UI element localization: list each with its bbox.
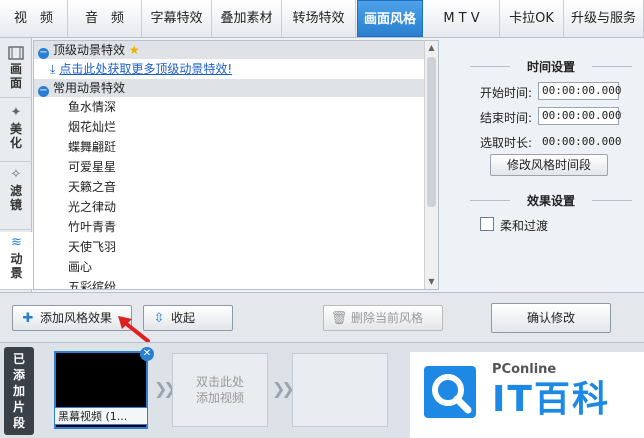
video-clip-name: 黑幕视频 (1... bbox=[54, 407, 148, 425]
film-icon bbox=[8, 46, 24, 60]
scroll-thumb[interactable] bbox=[427, 57, 436, 207]
side-tab-bar: 画面 ✦ 美化 ✧ 滤镜 ≋ 动景 bbox=[0, 38, 33, 292]
tab-picture-style[interactable]: 画面风格 bbox=[357, 0, 423, 37]
list-item[interactable]: 可爱星星 bbox=[34, 157, 438, 177]
tab-mtv[interactable]: M T V bbox=[424, 0, 500, 37]
group-header-common-effects[interactable]: − 常用动景特效 bbox=[34, 79, 438, 97]
modify-style-time-button[interactable]: 修改风格时间段 bbox=[490, 154, 608, 176]
start-time-label: 开始时间: bbox=[480, 86, 533, 100]
list-item[interactable]: 烟花灿烂 bbox=[34, 117, 438, 137]
tab-audio[interactable]: 音 频 bbox=[68, 0, 142, 37]
empty-video-slot[interactable] bbox=[292, 353, 388, 427]
tab-transition-effects[interactable]: 转场特效 bbox=[282, 0, 356, 37]
get-more-effects-link[interactable]: 点击此处获取更多顶级动景特效! bbox=[59, 62, 232, 76]
watermark-brand: PConline bbox=[492, 362, 557, 377]
magic-wand-icon: ✦ bbox=[10, 105, 22, 120]
annotation-arrow bbox=[118, 316, 150, 343]
side-tab-label: 画面 bbox=[9, 62, 22, 90]
delete-current-style-button[interactable]: 🗑 删除当前风格 bbox=[323, 305, 443, 331]
added-clips-label: 已添加片段 bbox=[4, 347, 34, 435]
side-tab-label: 美化 bbox=[9, 122, 22, 150]
effect-settings-title: 效果设置 bbox=[458, 192, 644, 209]
tab-subtitle-effects[interactable]: 字幕特效 bbox=[142, 0, 212, 37]
collapse-button[interactable]: ⇳ 收起 bbox=[143, 305, 233, 331]
selected-duration-value: 00:00:00.000 bbox=[542, 135, 622, 148]
side-tab-label: 动景 bbox=[10, 252, 23, 280]
start-time-input[interactable]: 00:00:00.000 bbox=[538, 82, 621, 100]
scroll-down-icon[interactable]: ▼ bbox=[425, 275, 438, 289]
watermark-name: IT百科 bbox=[492, 379, 610, 420]
selected-duration-label: 选取时长: bbox=[480, 136, 533, 150]
side-tab-picture[interactable]: 画面 bbox=[0, 42, 32, 98]
filter-wand-icon: ✧ bbox=[10, 167, 22, 182]
time-settings-title: 时间设置 bbox=[458, 58, 644, 75]
settings-panel: 时间设置 开始时间: 00:00:00.000 结束时间: 00:00:00.0… bbox=[458, 40, 644, 292]
magic-wand-plus-icon: ✚ bbox=[22, 311, 34, 326]
close-icon[interactable]: ✕ bbox=[140, 347, 154, 361]
download-icon: ⤓ bbox=[50, 62, 56, 76]
list-item[interactable]: 天使飞羽 bbox=[34, 237, 438, 257]
button-label: 删除当前风格 bbox=[351, 311, 424, 325]
added-clips-text: 已添加片段 bbox=[12, 352, 25, 430]
side-tab-motion-scene[interactable]: ≋ 动景 bbox=[0, 232, 33, 290]
collapse-arrows-icon: ⇳ bbox=[153, 311, 165, 326]
trash-icon: 🗑 bbox=[330, 311, 348, 326]
list-item[interactable]: 光之律动 bbox=[34, 197, 438, 217]
magnifier-logo-icon bbox=[424, 366, 476, 418]
end-time-input[interactable]: 00:00:00.000 bbox=[538, 107, 621, 125]
effects-list[interactable]: − 顶级动景特效 ★ ⤓ 点击此处获取更多顶级动景特效! − 常用动景特效 鱼水情深 … bbox=[33, 40, 439, 290]
smooth-transition-checkbox[interactable] bbox=[480, 217, 494, 231]
group-title: 顶级动景特效 bbox=[53, 43, 126, 57]
tab-overlay-material[interactable]: 叠加素材 bbox=[212, 0, 282, 37]
button-label: 添加风格效果 bbox=[40, 311, 113, 325]
tab-karaoke[interactable]: 卡拉OK bbox=[500, 0, 564, 37]
chevron-right-icon: ❯❯ bbox=[272, 379, 295, 398]
tab-video[interactable]: 视 频 bbox=[0, 0, 68, 37]
list-scrollbar[interactable]: ▲ ▼ bbox=[424, 41, 438, 289]
end-time-label: 结束时间: bbox=[480, 111, 533, 125]
waves-icon: ≋ bbox=[11, 235, 22, 250]
download-link-row: ⤓ 点击此处获取更多顶级动景特效! bbox=[34, 59, 438, 79]
empty-slot-text: 双击此处 添加视频 bbox=[195, 375, 244, 405]
action-bar: ✚ 添加风格效果 ⇳ 收起 🗑 删除当前风格 确认修改 bbox=[0, 292, 644, 342]
list-item[interactable]: 五彩缤纷 bbox=[34, 277, 438, 289]
pconline-watermark: PConline IT百科 bbox=[410, 352, 644, 438]
list-item[interactable]: 画心 bbox=[34, 257, 438, 277]
tab-upgrade-service[interactable]: 升级与服务 bbox=[564, 0, 644, 37]
button-label: 收起 bbox=[171, 311, 196, 325]
group-title: 常用动景特效 bbox=[53, 81, 126, 95]
list-item[interactable]: 鱼水情深 bbox=[34, 97, 438, 117]
side-tab-beautify[interactable]: ✦ 美化 bbox=[0, 102, 32, 162]
collapse-icon[interactable]: − bbox=[38, 86, 49, 97]
confirm-modify-button[interactable]: 确认修改 bbox=[491, 303, 611, 333]
list-item[interactable]: 竹叶青青 bbox=[34, 217, 438, 237]
star-icon: ★ bbox=[128, 43, 140, 57]
scroll-up-icon[interactable]: ▲ bbox=[425, 41, 438, 55]
main-tab-bar: 视 频 音 频 字幕特效 叠加素材 转场特效 画面风格 M T V 卡拉OK 升… bbox=[0, 0, 644, 38]
empty-video-slot[interactable]: 双击此处 添加视频 bbox=[172, 353, 268, 427]
collapse-icon[interactable]: − bbox=[38, 48, 49, 59]
list-item[interactable]: 蝶舞翩跹 bbox=[34, 137, 438, 157]
side-tab-filter[interactable]: ✧ 滤镜 bbox=[0, 164, 32, 230]
group-header-top-effects[interactable]: − 顶级动景特效 ★ bbox=[34, 41, 438, 59]
smooth-transition-label: 柔和过渡 bbox=[500, 219, 549, 233]
add-style-effect-button[interactable]: ✚ 添加风格效果 bbox=[12, 305, 132, 331]
side-tab-label: 滤镜 bbox=[9, 184, 22, 212]
list-item[interactable]: 天籁之音 bbox=[34, 177, 438, 197]
chevron-right-icon: ❯❯ bbox=[154, 379, 177, 398]
